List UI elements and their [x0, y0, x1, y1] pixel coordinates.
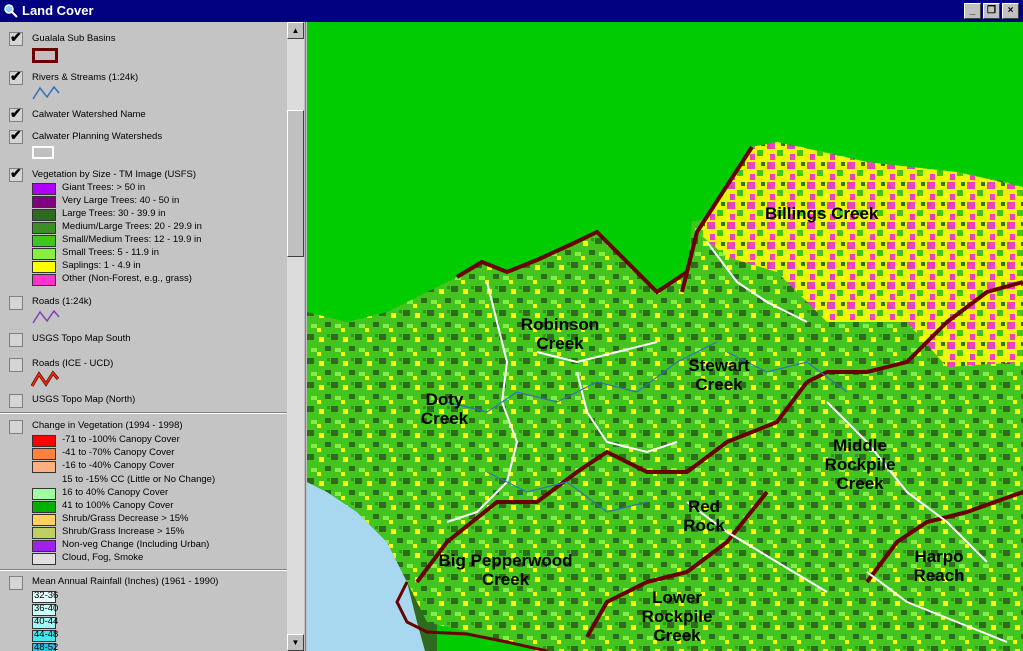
layer-name-usgs-topo-south: USGS Topo Map South — [32, 333, 131, 344]
magnifier-app-icon — [4, 4, 18, 18]
watershed-boundary-symbol — [32, 146, 54, 159]
map-label-big-pepperwood-creek: Big Pepperwood Creek — [438, 551, 573, 589]
scroll-down-button[interactable]: ▼ — [287, 634, 304, 651]
legend-class-label: 36-40 — [34, 603, 59, 614]
map-label-stewart-creek: Stewart Creek — [688, 356, 750, 394]
layer-name-mean-annual-rainfall: Mean Annual Rainfall (Inches) (1961 - 19… — [32, 576, 219, 587]
legend-swatch — [32, 274, 56, 286]
legend-swatch — [32, 235, 56, 247]
legend-class-label: Small/Medium Trees: 12 - 19.9 in — [62, 234, 202, 245]
layer-name-change-in-vegetation: Change in Vegetation (1994 - 1998) — [32, 420, 183, 431]
layer-checkbox-usgs-topo-north[interactable] — [9, 394, 23, 408]
legend-class-label: 32-36 — [34, 590, 59, 601]
legend-separator — [0, 412, 287, 414]
window-title: Land Cover — [22, 3, 94, 18]
legend-class-label: 16 to 40% Canopy Cover — [62, 487, 169, 498]
map-label-doty-creek: Doty Creek — [420, 390, 469, 428]
layer-checkbox-vegetation[interactable]: ✔ — [9, 165, 23, 182]
legend-swatch — [32, 183, 56, 195]
layer-name-gualala-sub-basins: Gualala Sub Basins — [32, 33, 116, 44]
legend-swatch — [32, 461, 56, 473]
road-ice-symbol — [30, 370, 60, 387]
scroll-up-button[interactable]: ▲ — [287, 22, 304, 39]
checkmark-icon: ✔ — [10, 165, 22, 181]
map-view[interactable]: Billings Creek Robinson Creek Stewart Cr… — [307, 22, 1023, 651]
legend-class-label: -41 to -70% Canopy Cover — [62, 447, 175, 458]
legend-class-label: Shrub/Grass Decrease > 15% — [62, 513, 189, 524]
basin-boundary-symbol — [32, 48, 58, 63]
legend-class-label: Very Large Trees: 40 - 50 in — [62, 195, 180, 206]
legend-class-label: Saplings: 1 - 4.9 in — [62, 260, 141, 271]
legend-class-label: 41 to 100% Canopy Cover — [62, 500, 174, 511]
legend-class-label: -16 to -40% Canopy Cover — [62, 460, 175, 471]
layer-checkbox-calwater-watershed-name[interactable]: ✔ — [9, 105, 23, 122]
legend-swatch — [32, 488, 56, 500]
legend-swatch — [32, 435, 56, 447]
layer-name-vegetation: Vegetation by Size - TM Image (USFS) — [32, 169, 197, 180]
legend-class-label: Medium/Large Trees: 20 - 29.9 in — [62, 221, 202, 232]
legend-swatch — [32, 514, 56, 526]
layer-checkbox-rivers-streams[interactable]: ✔ — [9, 68, 23, 85]
legend-swatch — [32, 527, 56, 539]
legend-swatch — [32, 222, 56, 234]
map-label-red-rock: Red Rock — [683, 497, 725, 535]
legend-class-label: Shrub/Grass Increase > 15% — [62, 526, 185, 537]
checkmark-icon: ✔ — [10, 127, 22, 143]
layer-checkbox-usgs-topo-south[interactable] — [9, 333, 23, 347]
map-label-middle-rockpile-creek: Middle Rockpile Creek — [824, 436, 896, 493]
layer-checkbox-mean-annual-rainfall[interactable] — [9, 576, 23, 590]
legend-list: ✔ Gualala Sub Basins ✔ Rivers & Streams … — [0, 22, 287, 651]
legend-swatch — [32, 540, 56, 552]
legend-swatch — [32, 261, 56, 273]
map-label-robinson-creek: Robinson Creek — [520, 315, 600, 353]
legend-class-label: 40-44 — [34, 616, 59, 627]
layer-checkbox-gualala-sub-basins[interactable]: ✔ — [9, 29, 23, 46]
map-label-lower-rockpile-creek: Lower Rockpile Creek — [641, 588, 713, 645]
legend-class-label: 15 to -15% CC (Little or No Change) — [62, 474, 216, 485]
stream-line-symbol — [32, 85, 60, 100]
table-of-contents: ✔ Gualala Sub Basins ✔ Rivers & Streams … — [0, 22, 306, 651]
layer-checkbox-calwater-planning-watersheds[interactable]: ✔ — [9, 127, 23, 144]
legend-class-label: -71 to -100% Canopy Cover — [62, 434, 180, 445]
layer-name-usgs-topo-north: USGS Topo Map (North) — [32, 394, 136, 405]
legend-separator — [0, 569, 287, 571]
legend-swatch — [32, 501, 56, 513]
scroll-thumb[interactable] — [287, 110, 304, 257]
restore-button[interactable]: ❐ — [983, 3, 1000, 19]
layer-checkbox-change-in-vegetation[interactable] — [9, 420, 23, 434]
legend-swatch — [32, 248, 56, 260]
legend-swatch — [32, 209, 56, 221]
legend-scrollbar[interactable]: ▲ ▼ — [287, 22, 304, 651]
layer-name-roads-ice-ucd: Roads (ICE - UCD) — [32, 358, 114, 369]
layer-name-rivers-streams: Rivers & Streams (1:24k) — [32, 72, 139, 83]
road-line-symbol — [32, 309, 60, 324]
title-bar: Land Cover _ ❐ × — [0, 0, 1023, 22]
layer-name-roads-24k: Roads (1:24k) — [32, 296, 92, 307]
checkmark-icon: ✔ — [10, 29, 22, 45]
window-controls: _ ❐ × — [964, 3, 1019, 19]
map-label-harpo-reach: Harpo Reach — [913, 547, 965, 585]
legend-class-label: Other (Non-Forest, e.g., grass) — [62, 273, 192, 284]
legend-swatch — [32, 448, 56, 460]
legend-class-label: Cloud, Fog, Smoke — [62, 552, 144, 563]
legend-swatch — [32, 196, 56, 208]
legend-class-label: Non-veg Change (Including Urban) — [62, 539, 210, 550]
checkmark-icon: ✔ — [10, 68, 22, 84]
legend-class-label: 44-48 — [34, 629, 59, 640]
layer-checkbox-roads-ice-ucd[interactable] — [9, 358, 23, 372]
map-label-billings-creek: Billings Creek — [765, 204, 879, 223]
legend-class-label: Small Trees: 5 - 11.9 in — [62, 247, 159, 258]
checkmark-icon: ✔ — [10, 105, 22, 121]
layer-name-calwater-planning-watersheds: Calwater Planning Watersheds — [32, 131, 163, 142]
close-button[interactable]: × — [1002, 3, 1019, 19]
legend-class-label: 48-52 — [34, 642, 59, 651]
minimize-button[interactable]: _ — [964, 3, 981, 19]
legend-class-label: Giant Trees: > 50 in — [62, 182, 146, 193]
legend-swatch — [32, 553, 56, 565]
legend-class-label: Large Trees: 30 - 39.9 in — [62, 208, 166, 219]
layer-checkbox-roads-24k[interactable] — [9, 296, 23, 310]
layer-name-calwater-watershed-name: Calwater Watershed Name — [32, 109, 146, 120]
